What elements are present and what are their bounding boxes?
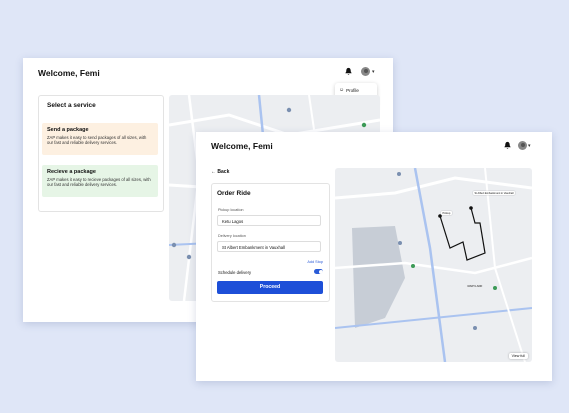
send-package-option[interactable]: Send a package ZAP makes it easy to send… [42, 123, 158, 155]
service-card: Select a service Send a package ZAP make… [38, 95, 164, 212]
avatar[interactable] [361, 67, 370, 76]
page-title: Welcome, Femi [211, 141, 273, 151]
route-map[interactable]: Pickup St Albert Embankment in Vauxhall … [335, 168, 532, 362]
schedule-delivery-label: Schedule delivery [218, 270, 252, 275]
service-card-title: Select a service [47, 102, 96, 109]
chevron-down-icon[interactable]: ▾ [372, 69, 375, 75]
avatar[interactable] [518, 141, 527, 150]
page-title: Welcome, Femi [38, 68, 100, 78]
menu-item-profile-label: Profile [346, 87, 359, 93]
user-icon: ☺ [339, 87, 345, 93]
receive-package-desc: ZAP makes it easy to recieve packages of… [47, 177, 151, 188]
pickup-pin-label: Pickup [441, 211, 452, 215]
map-area-label: MARYLAND [467, 284, 483, 288]
pickup-input[interactable]: Ketu Lagos [217, 215, 321, 226]
view-full-button[interactable]: View full [508, 353, 528, 359]
dropoff-pin-label: St Albert Embankment in Vauxhall [473, 191, 516, 195]
map-graphic [335, 168, 532, 362]
order-ride-card: Order Ride Pickup location Ketu Lagos De… [211, 183, 330, 302]
send-package-title: Send a package [47, 127, 89, 133]
proceed-button[interactable]: Proceed [217, 281, 323, 294]
bell-icon[interactable] [344, 67, 353, 76]
bell-icon[interactable] [503, 141, 512, 150]
back-label: Back [217, 169, 230, 175]
arrow-left-icon: ← [211, 169, 216, 175]
chevron-down-icon[interactable]: ▾ [528, 143, 531, 149]
send-package-desc: ZAP makes it easy to send packages of al… [47, 135, 147, 146]
order-ride-title: Order Ride [217, 190, 251, 197]
delivery-input[interactable]: St Albert Embankment in Vauxhall [217, 241, 321, 252]
receive-package-option[interactable]: Recieve a package ZAP makes it easy to r… [42, 165, 158, 197]
schedule-delivery-toggle[interactable] [314, 269, 323, 274]
delivery-label: Delivery location [218, 234, 246, 238]
order-ride-window: Welcome, Femi ▾ ← Back Order Ride Pickup… [196, 132, 552, 381]
back-button[interactable]: ← Back [211, 169, 229, 175]
add-stop-link[interactable]: Add Stop [307, 260, 323, 264]
receive-package-title: Recieve a package [47, 169, 96, 175]
pickup-label: Pickup location [218, 208, 244, 212]
menu-item-profile[interactable]: ☺ Profile [339, 87, 359, 93]
